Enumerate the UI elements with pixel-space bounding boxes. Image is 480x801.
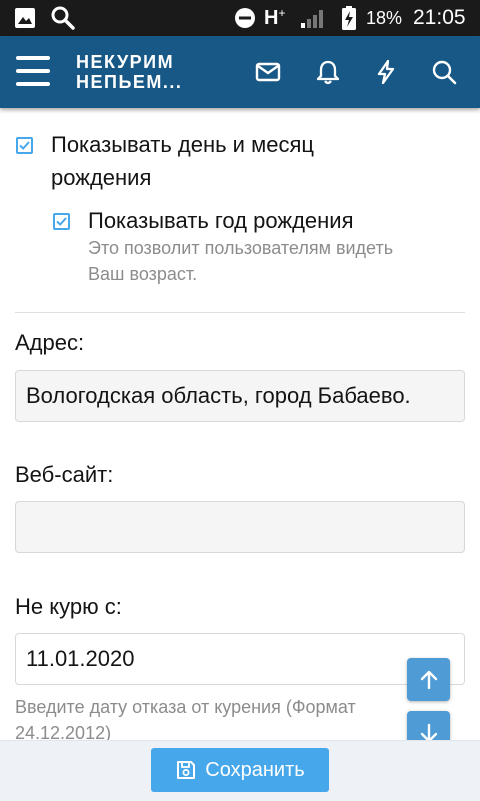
status-bar: H + 18% 21:05 (0, 0, 480, 36)
network-type: H + (264, 0, 285, 36)
arrow-up-icon (420, 670, 437, 689)
scroll-up-button[interactable] (407, 658, 450, 701)
form-actions-bar: Сохранить (0, 740, 480, 801)
mail-icon[interactable] (254, 58, 282, 86)
do-not-disturb-icon (234, 0, 256, 36)
address-label: Адрес: (15, 330, 85, 355)
address-input[interactable]: Вологодская область, город Бабаево. (15, 370, 465, 422)
save-button[interactable]: Сохранить (151, 748, 329, 792)
site-logo[interactable]: НЕКУРИМ НЕПЬЕМ... (76, 52, 182, 92)
image-icon (14, 0, 36, 36)
signal-icon (300, 0, 326, 36)
quit-date-input[interactable]: 11.01.2020 (15, 633, 465, 685)
logo-line-1: НЕКУРИМ (76, 52, 175, 72)
network-sup: + (278, 6, 286, 20)
show-birthday-checkbox[interactable] (16, 137, 33, 154)
clock: 21:05 (413, 6, 466, 29)
profile-form: Показывать день и месяц рождения Показыв… (0, 108, 480, 740)
section-divider (15, 312, 465, 313)
show-birth-year-checkbox[interactable] (53, 213, 70, 230)
menu-icon[interactable] (16, 56, 50, 86)
search-icon (50, 0, 76, 36)
website-input[interactable] (15, 501, 465, 553)
show-birth-year-hint: Это позволит пользователям видеть Ваш во… (88, 238, 394, 284)
logo-line-2: НЕПЬЕМ... (76, 72, 183, 92)
save-icon (177, 761, 196, 779)
battery-percent: 18% (366, 7, 403, 28)
quit-date-hint: Введите дату отказа от курения (Формат 2… (15, 697, 356, 740)
save-button-label: Сохранить (205, 758, 305, 781)
show-birthday-label[interactable]: Показывать день и месяц рождения (51, 128, 314, 194)
bell-icon[interactable] (314, 58, 342, 86)
website-label: Веб-сайт: (15, 462, 114, 487)
battery-charging-icon (342, 0, 356, 36)
app-bar: НЕКУРИМ НЕПЬЕМ... (0, 36, 480, 108)
search-icon[interactable] (430, 58, 458, 86)
show-birth-year-label[interactable]: Показывать год рождения (88, 204, 354, 237)
quit-date-label: Не курю с: (15, 594, 122, 619)
lightning-icon[interactable] (372, 58, 400, 86)
network-label: H (264, 6, 279, 29)
